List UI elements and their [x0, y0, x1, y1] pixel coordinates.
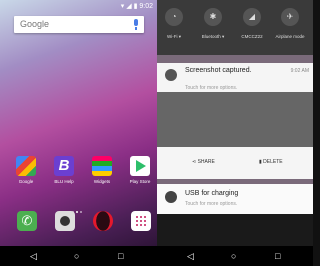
google-search-bar[interactable]: Google [14, 16, 144, 33]
app-row: Google B BLU Help Widgets Play Store [12, 156, 152, 192]
wifi-icon: ◔ [165, 8, 183, 26]
screenshot-icon [165, 69, 177, 81]
google-app-icon [16, 156, 36, 176]
nav-bar: ◁ ○ □ [157, 246, 313, 266]
app-label: Widgets [93, 179, 111, 184]
status-bar: ▾ ◢ ▮ 9:02 [0, 0, 157, 12]
qs-label: Airplane mode [275, 34, 305, 39]
qs-airplane[interactable]: ✈ Airplane mode [275, 8, 305, 39]
usb-notification[interactable]: USB for charging Touch for more options. [157, 184, 313, 214]
home-icon[interactable]: ○ [74, 251, 79, 261]
dim-dock [157, 214, 313, 246]
qs-cellular[interactable]: ◢ CMCCZ22 [237, 8, 267, 39]
notification-subtext: Touch for more options. [185, 85, 238, 91]
quick-settings: ◔ Wi-Fi ▾ ✱ Bluetooth ▾ ◢ CMCCZ22 ✈ Airp… [157, 0, 313, 55]
screenshot-frame: ▾ ◢ ▮ 9:02 Google Google B BLU Help Widg… [0, 0, 313, 266]
signal-icon: ◢ [243, 8, 261, 26]
app-widgets[interactable]: Widgets [88, 156, 116, 184]
usb-subtext: Touch for more options. [185, 201, 238, 207]
home-icon[interactable]: ○ [231, 251, 236, 261]
app-play-store[interactable]: Play Store [126, 156, 154, 184]
qs-label: Wi-Fi ▾ [166, 34, 181, 39]
back-icon[interactable]: ◁ [187, 251, 194, 262]
page-indicator [72, 200, 92, 213]
dock: ✆ [12, 211, 152, 235]
notification-actions: ⋖ SHARE ▮ DELETE [157, 147, 313, 179]
app-blu-help[interactable]: B BLU Help [50, 156, 78, 184]
usb-title: USB for charging [185, 190, 239, 197]
app-label: Play Store [129, 179, 151, 184]
status-icons: ▾ ◢ ▮ 9:02 [120, 3, 153, 10]
mic-icon[interactable] [134, 19, 138, 30]
camera-icon[interactable] [55, 211, 75, 231]
screenshot-notification[interactable]: Screenshot captured. 9:02 AM Touch for m… [157, 63, 313, 92]
blu-help-icon: B [54, 156, 74, 176]
notification-title: Screenshot captured. [185, 67, 252, 74]
app-label: Google [18, 179, 34, 184]
google-logo: Google [20, 19, 50, 29]
qs-label: Bluetooth ▾ [201, 34, 225, 39]
app-drawer-icon[interactable] [131, 211, 151, 231]
qs-wifi[interactable]: ◔ Wi-Fi ▾ [159, 8, 189, 40]
opera-icon[interactable] [93, 211, 113, 231]
widgets-icon [92, 156, 112, 176]
home-screen: ▾ ◢ ▮ 9:02 Google Google B BLU Help Widg… [0, 0, 157, 266]
phone-icon[interactable]: ✆ [17, 211, 37, 231]
qs-label: CMCCZ22 [241, 34, 263, 39]
recents-icon[interactable]: □ [118, 251, 123, 261]
notification-shade: ◔ Wi-Fi ▾ ✱ Bluetooth ▾ ◢ CMCCZ22 ✈ Airp… [157, 0, 313, 266]
app-label: BLU Help [54, 179, 74, 184]
airplane-icon: ✈ [281, 8, 299, 26]
screenshot-preview[interactable] [157, 92, 313, 147]
usb-icon [165, 191, 177, 203]
recents-icon[interactable]: □ [275, 251, 280, 261]
back-icon[interactable]: ◁ [30, 251, 37, 262]
app-google[interactable]: Google [12, 156, 40, 184]
share-button[interactable]: ⋖ SHARE [192, 159, 215, 165]
play-store-icon [130, 156, 150, 176]
qs-bluetooth[interactable]: ✱ Bluetooth ▾ [198, 8, 228, 40]
delete-button[interactable]: ▮ DELETE [259, 159, 283, 165]
notification-time: 9:02 AM [290, 68, 309, 74]
bluetooth-icon: ✱ [204, 8, 222, 26]
nav-bar: ◁ ○ □ [0, 246, 157, 266]
